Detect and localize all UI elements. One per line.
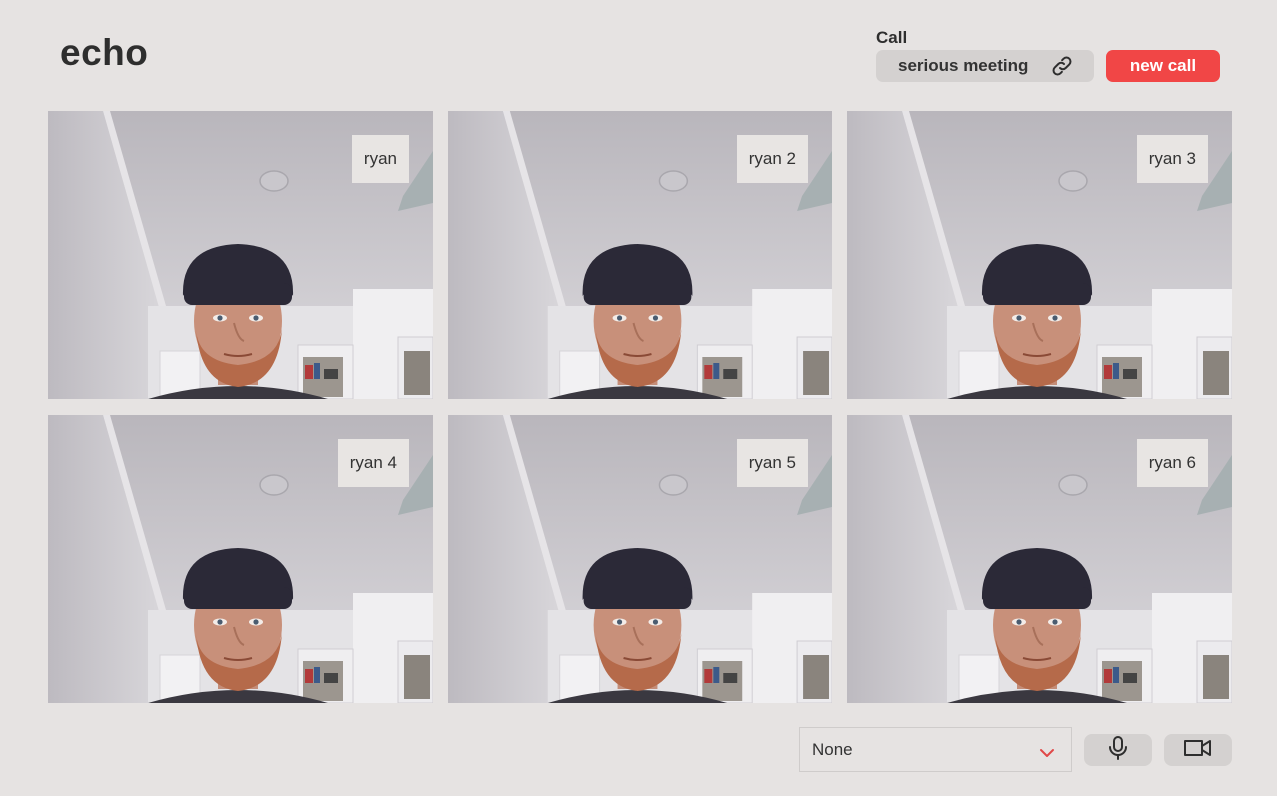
participant-name-tag: ryan 2 [736, 135, 808, 183]
participant-tile[interactable]: ryan [48, 111, 433, 399]
participant-tile[interactable]: ryan 5 [448, 415, 832, 703]
chevron-down-icon [1039, 744, 1055, 757]
call-controls: None [799, 727, 1239, 773]
participant-tile[interactable]: ryan 3 [847, 111, 1232, 399]
participant-name-tag: ryan 5 [736, 439, 808, 487]
participant-tile[interactable]: ryan 6 [847, 415, 1232, 703]
participant-name-tag: ryan [351, 135, 409, 183]
device-select[interactable]: None [799, 727, 1072, 772]
meeting-link-button[interactable]: serious meeting [876, 50, 1094, 82]
video-camera-icon [1184, 738, 1212, 763]
call-label: Call [876, 28, 908, 47]
link-icon [1050, 54, 1074, 78]
participant-name-tag: ryan 6 [1136, 439, 1208, 487]
video-grid: ryan ryan 2 ryan 3 ryan 4 ryan 5 ryan 6 [48, 111, 1232, 703]
call-section: Call serious meeting new call [876, 28, 1236, 88]
participant-tile[interactable]: ryan 2 [448, 111, 832, 399]
new-call-button[interactable]: new call [1106, 50, 1220, 82]
app-title: echo [60, 32, 149, 73]
participant-name-tag: ryan 4 [337, 439, 409, 487]
microphone-icon [1108, 735, 1128, 765]
microphone-toggle-button[interactable] [1084, 734, 1152, 766]
participant-tile[interactable]: ryan 4 [48, 415, 433, 703]
participant-name-tag: ryan 3 [1136, 135, 1208, 183]
meeting-name: serious meeting [898, 56, 1029, 75]
device-select-value: None [812, 739, 853, 759]
camera-toggle-button[interactable] [1164, 734, 1232, 766]
